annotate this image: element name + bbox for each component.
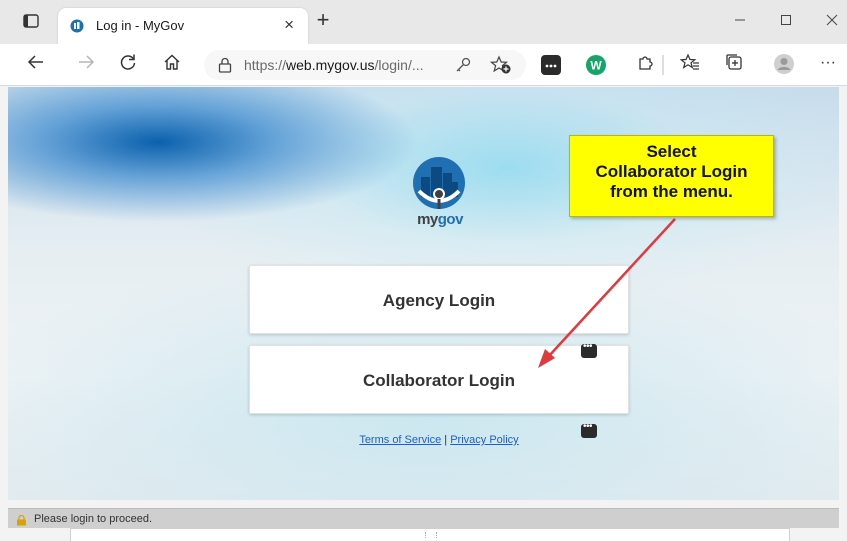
instruction-callout: Select Collaborator Login from the menu. — [569, 135, 774, 217]
svg-text:W: W — [590, 59, 602, 73]
url-text[interactable]: https://web.mygov.us/login/... — [244, 57, 424, 73]
favorites-icon[interactable] — [678, 53, 702, 77]
wordmark-gov: gov — [437, 211, 464, 228]
minimize-button[interactable] — [720, 10, 760, 34]
grammarly-icon[interactable]: W — [586, 55, 606, 75]
status-message: Please login to proceed. — [34, 513, 153, 525]
new-tab-button[interactable]: + — [312, 9, 334, 32]
lock-icon[interactable] — [218, 57, 232, 73]
home-icon[interactable] — [160, 53, 184, 77]
footer-links: Terms of Service | Privacy Policy — [8, 434, 839, 446]
mygov-wordmark: mygov — [410, 211, 470, 228]
more-menu-icon[interactable]: ··· — [816, 53, 840, 77]
forward-arrow-icon[interactable] — [74, 53, 98, 77]
extensions-icon[interactable] — [634, 53, 658, 77]
password-manager-extension-icon[interactable] — [541, 55, 561, 75]
favorites-add-icon[interactable] — [489, 55, 512, 75]
browser-toolbar: https://web.mygov.us/login/... W ··· — [0, 44, 847, 86]
password-autofill-icon[interactable] — [581, 341, 597, 358]
wordmark-my: my — [417, 211, 438, 228]
tab-close-icon[interactable]: × — [284, 15, 294, 35]
tab-strip: Log in - MyGov × + — [0, 0, 847, 44]
callout-line-3: from the menu. — [610, 182, 733, 201]
agency-login-button[interactable]: Agency Login — [249, 265, 629, 334]
privacy-policy-link[interactable]: Privacy Policy — [450, 434, 518, 446]
tab-title: Log in - MyGov — [96, 18, 185, 33]
url-scheme: https:// — [244, 57, 287, 73]
collaborator-login-button[interactable]: Collaborator Login — [249, 345, 629, 414]
toolbar-divider — [662, 55, 664, 75]
scrollbar-grip[interactable] — [425, 532, 437, 538]
back-arrow-icon[interactable] — [24, 53, 48, 77]
terms-of-service-link[interactable]: Terms of Service — [359, 434, 441, 446]
browser-tab[interactable]: Log in - MyGov × — [58, 8, 308, 44]
window-close-button[interactable] — [812, 10, 847, 34]
mygov-favicon-icon — [70, 19, 84, 33]
callout-line-1: Select — [646, 142, 697, 161]
maximize-button[interactable] — [766, 10, 806, 34]
callout-line-2: Collaborator Login — [595, 162, 748, 181]
profile-avatar-icon[interactable] — [772, 53, 796, 77]
tab-actions-icon[interactable] — [22, 12, 40, 30]
warning-lock-icon — [16, 513, 27, 526]
address-bar[interactable]: https://web.mygov.us/login/... — [204, 50, 526, 80]
collections-icon[interactable] — [722, 53, 746, 77]
url-path: /login/... — [374, 57, 424, 73]
refresh-icon[interactable] — [116, 53, 140, 77]
key-icon[interactable] — [454, 56, 472, 74]
footer-separator: | — [444, 434, 448, 446]
url-host: web.mygov.us — [286, 57, 375, 73]
page-viewport: mygov Agency Login Collaborator Login Te… — [8, 87, 839, 500]
status-bar: Please login to proceed. — [8, 508, 839, 528]
horizontal-scrollbar[interactable] — [70, 528, 790, 541]
